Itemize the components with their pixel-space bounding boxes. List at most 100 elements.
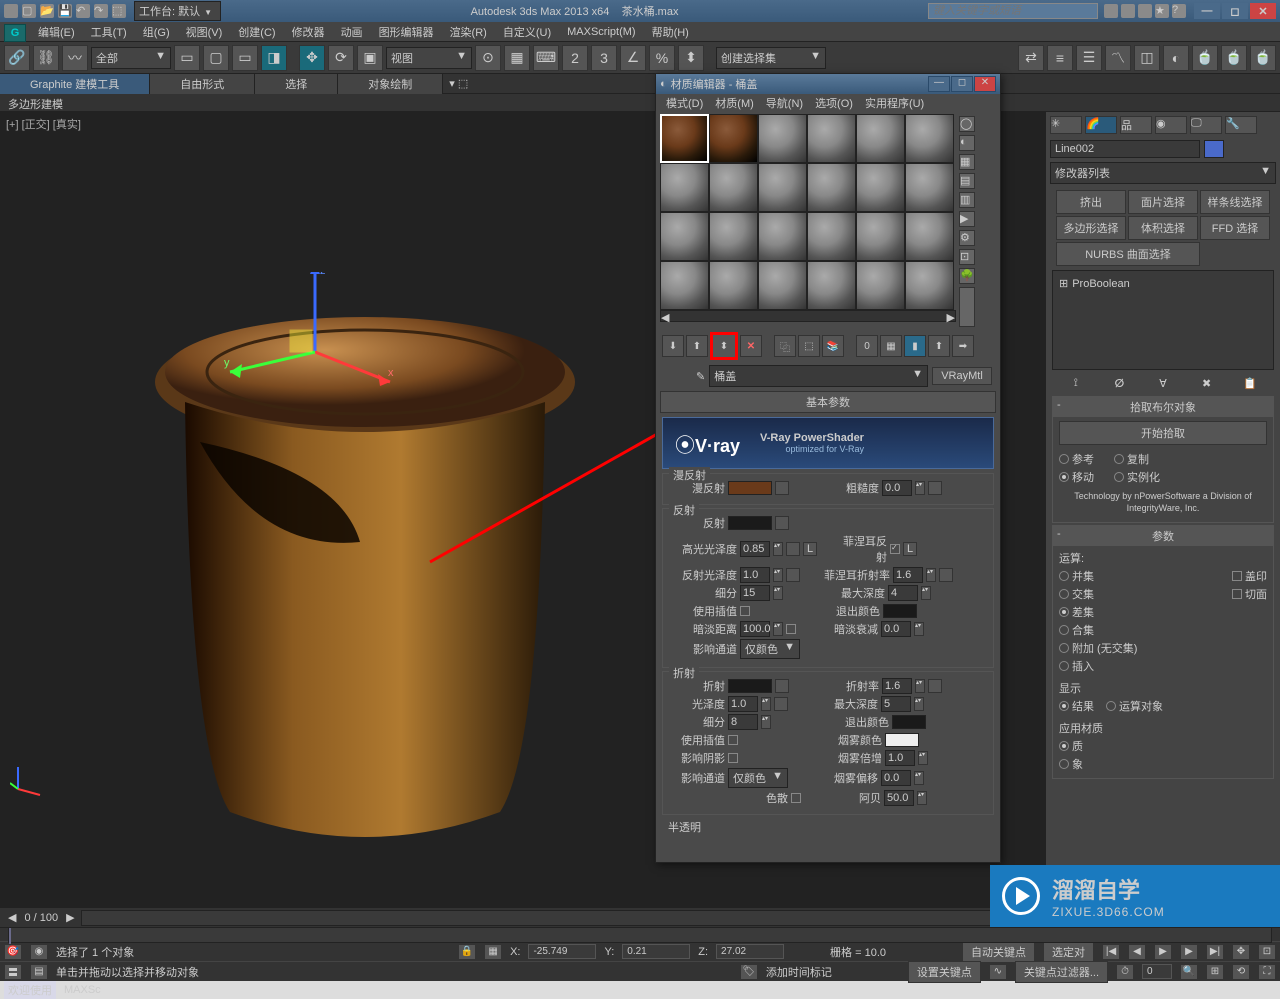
show-end-result-icon[interactable]: ▮ bbox=[904, 335, 926, 357]
mod-spline-sel[interactable]: 样条线选择 bbox=[1200, 190, 1270, 214]
material-slot-1[interactable] bbox=[660, 114, 709, 163]
refr-gloss-map-button[interactable] bbox=[774, 697, 788, 711]
refract-color-swatch[interactable] bbox=[728, 679, 772, 693]
modify-tab[interactable]: 🌈 bbox=[1085, 116, 1117, 134]
open-icon[interactable]: 📂 bbox=[40, 4, 54, 18]
orbit-icon[interactable]: ⟲ bbox=[1232, 964, 1250, 980]
mat-keep[interactable] bbox=[1059, 741, 1069, 751]
favorites-icon[interactable]: ★ bbox=[1155, 4, 1169, 18]
material-slot[interactable] bbox=[856, 163, 905, 212]
mod-nurbs-sel[interactable]: NURBS 曲面选择 bbox=[1056, 242, 1200, 266]
select-tool[interactable]: ▭ bbox=[174, 45, 200, 71]
mirror-tool[interactable]: ⇄ bbox=[1018, 45, 1044, 71]
render-setup-tool[interactable]: 🍵 bbox=[1192, 45, 1218, 71]
diffuse-map-button[interactable] bbox=[775, 481, 789, 495]
menu-graph[interactable]: 图形编辑器 bbox=[371, 22, 442, 42]
op-subtract[interactable] bbox=[1059, 607, 1069, 617]
sel-set-dd[interactable]: 选定对 bbox=[1043, 941, 1094, 963]
help-icon[interactable]: ? bbox=[1172, 4, 1186, 18]
material-slot[interactable] bbox=[758, 163, 807, 212]
create-tab[interactable]: ✳ bbox=[1050, 116, 1082, 134]
percent-snap[interactable]: % bbox=[649, 45, 675, 71]
disp-result[interactable] bbox=[1059, 701, 1069, 711]
key-filters-button[interactable]: 关键点过滤器... bbox=[1015, 961, 1108, 983]
hierarchy-tab[interactable]: 品 bbox=[1120, 116, 1152, 134]
track-bar[interactable] bbox=[0, 927, 1280, 941]
snap-toggle-2d[interactable]: 2 bbox=[562, 45, 588, 71]
refl-maxdepth-input[interactable]: 4 bbox=[888, 585, 918, 601]
rollout-basic-params[interactable]: 基本参数 bbox=[660, 391, 996, 413]
object-color-swatch[interactable] bbox=[1204, 140, 1224, 158]
x-input[interactable]: -25.749 bbox=[528, 944, 596, 959]
refract-map-button[interactable] bbox=[775, 679, 789, 693]
unlink-tool[interactable]: ⛓ bbox=[33, 45, 59, 71]
scale-tool[interactable]: ▣ bbox=[357, 45, 383, 71]
menu-create[interactable]: 创建(C) bbox=[230, 22, 283, 42]
refr-gloss-input[interactable]: 1.0 bbox=[728, 696, 758, 712]
go-parent-icon[interactable]: ⬆ bbox=[928, 335, 950, 357]
material-slot[interactable] bbox=[660, 163, 709, 212]
pan-icon[interactable]: ✥ bbox=[1232, 944, 1250, 960]
material-type-button[interactable]: VRayMtl bbox=[932, 367, 992, 385]
keyboard-shortcut-toggle[interactable]: ⌨ bbox=[533, 45, 559, 71]
iso-sel-icon[interactable]: ◉ bbox=[30, 944, 48, 960]
material-slot[interactable] bbox=[856, 114, 905, 163]
dispersion-checkbox[interactable] bbox=[791, 793, 801, 803]
make-copy-icon[interactable]: ⿻ bbox=[774, 335, 796, 357]
mat-map-nav-icon[interactable]: 🌳 bbox=[959, 268, 975, 284]
menu-views[interactable]: 视图(V) bbox=[178, 22, 231, 42]
pick-material-icon[interactable]: ✎ bbox=[696, 370, 705, 383]
viewport-label[interactable]: [+] [正交] [真实] bbox=[6, 116, 81, 132]
unique-icon[interactable]: ∀ bbox=[1154, 374, 1172, 392]
radio-move[interactable] bbox=[1059, 472, 1069, 482]
link-tool[interactable]: 🔗 bbox=[4, 45, 30, 71]
go-sibling-icon[interactable]: ➡ bbox=[952, 335, 974, 357]
remove-mod-icon[interactable]: ✖ bbox=[1198, 374, 1216, 392]
search-input[interactable] bbox=[928, 3, 1098, 19]
fresnel-checkbox[interactable] bbox=[890, 544, 900, 554]
y-input[interactable]: 0.21 bbox=[622, 944, 690, 959]
material-slot[interactable] bbox=[905, 212, 954, 261]
utilities-tab[interactable]: 🔧 bbox=[1225, 116, 1257, 134]
menu-modifiers[interactable]: 修改器 bbox=[284, 22, 333, 42]
material-slot[interactable] bbox=[709, 212, 758, 261]
goto-end-icon[interactable]: ▶| bbox=[1206, 944, 1224, 960]
key-mode-icon[interactable]: ∿ bbox=[989, 964, 1007, 980]
material-slot[interactable] bbox=[856, 261, 905, 310]
refr-exit-color[interactable] bbox=[892, 715, 926, 729]
modifier-stack[interactable]: ⊞ProBoolean bbox=[1052, 270, 1274, 370]
abbe-input[interactable]: 50.0 bbox=[884, 790, 914, 806]
op-intersect[interactable] bbox=[1059, 589, 1069, 599]
material-slot[interactable] bbox=[807, 163, 856, 212]
refr-subdiv-input[interactable]: 8 bbox=[728, 714, 758, 730]
slots-hscroll[interactable]: ◀▶ bbox=[660, 310, 956, 322]
time-config-icon[interactable]: ⏱ bbox=[1116, 964, 1134, 980]
pin-stack-icon[interactable]: ⟟ bbox=[1067, 374, 1085, 392]
stack-item-proboolean[interactable]: ⊞ProBoolean bbox=[1055, 275, 1271, 292]
me-close[interactable]: ✕ bbox=[974, 76, 996, 92]
op-insert[interactable] bbox=[1059, 661, 1069, 671]
select-region-rect[interactable]: ▭ bbox=[232, 45, 258, 71]
disp-operands[interactable] bbox=[1106, 701, 1116, 711]
render-tool[interactable]: 🍵 bbox=[1250, 45, 1276, 71]
put-to-scene-icon[interactable]: ⬆ bbox=[686, 335, 708, 357]
object-name-input[interactable] bbox=[1050, 140, 1200, 158]
fresnel-ior-map-button[interactable] bbox=[939, 568, 953, 582]
fresnel-lock-button[interactable]: L bbox=[903, 542, 917, 556]
menu-customize[interactable]: 自定义(U) bbox=[495, 22, 559, 42]
auto-key-button[interactable]: 自动关键点 bbox=[962, 941, 1035, 963]
mat-id-icon[interactable]: 0 bbox=[856, 335, 878, 357]
selection-filter[interactable]: 全部▼ bbox=[91, 47, 171, 69]
material-editor-window[interactable]: ◐ 材质编辑器 - 桶盖 — ◻ ✕ 模式(D) 材质(M) 导航(N) 选项(… bbox=[655, 73, 1001, 863]
refl-gloss-map-button[interactable] bbox=[786, 568, 800, 582]
render-frame-tool[interactable]: 🍵 bbox=[1221, 45, 1247, 71]
app-menu-button[interactable]: G bbox=[4, 24, 26, 42]
refl-exit-color[interactable] bbox=[883, 604, 917, 618]
fog-bias-input[interactable]: 0.0 bbox=[881, 770, 911, 786]
curve-editor-tool[interactable]: 〽 bbox=[1105, 45, 1131, 71]
affect-shadows-checkbox[interactable] bbox=[728, 753, 738, 763]
workspace-dropdown[interactable]: 工作台: 默认▼ bbox=[134, 1, 221, 21]
minimize-button[interactable]: — bbox=[1194, 3, 1220, 19]
material-slot[interactable] bbox=[807, 261, 856, 310]
mod-patch-sel[interactable]: 面片选择 bbox=[1128, 190, 1198, 214]
